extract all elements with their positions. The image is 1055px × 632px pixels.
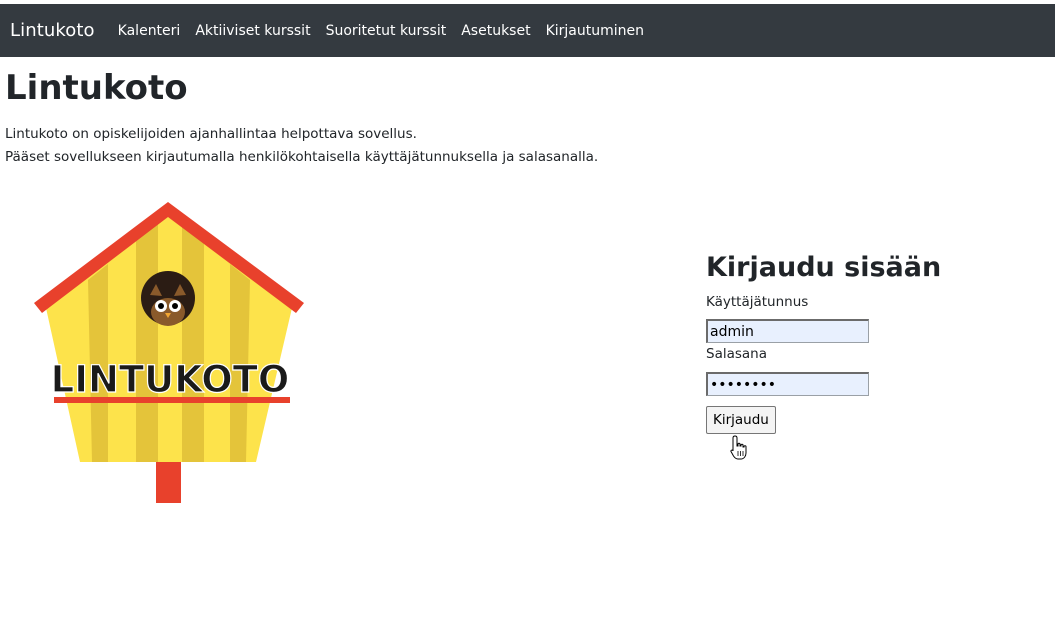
login-button[interactable]: Kirjaudu xyxy=(706,406,776,434)
intro-line-1: Lintukoto on opiskelijoiden ajanhallinta… xyxy=(5,126,417,142)
brand-link[interactable]: Lintukoto xyxy=(10,20,95,41)
nav-link-asetukset[interactable]: Asetukset xyxy=(461,23,530,39)
nav-link-kalenteri[interactable]: Kalenteri xyxy=(118,23,181,39)
navbar: Lintukoto Kalenteri Aktiiviset kurssit S… xyxy=(0,4,1055,57)
logo-text: LINTUKOTO xyxy=(51,358,290,401)
hand-pointer-icon xyxy=(730,435,747,460)
username-input[interactable] xyxy=(706,319,869,343)
logo-house-body xyxy=(46,212,292,462)
page-title: Lintukoto xyxy=(5,68,188,108)
nav-link-suoritetut-kurssit[interactable]: Suoritetut kurssit xyxy=(326,23,447,39)
password-label: Salasana xyxy=(706,346,768,362)
login-form: Kirjaudu sisään Käyttäjätunnus Salasana … xyxy=(706,250,1006,434)
intro-text: Lintukoto on opiskelijoiden ajanhallinta… xyxy=(5,123,598,169)
logo-underline xyxy=(54,397,290,403)
nav-link-aktiiviset-kurssit[interactable]: Aktiiviset kurssit xyxy=(195,23,310,39)
login-heading: Kirjaudu sisään xyxy=(706,252,942,283)
logo-post xyxy=(156,455,181,503)
birdhouse-owl-logo: LINTUKOTO xyxy=(34,202,304,503)
intro-line-2: Pääset sovellukseen kirjautumalla henkil… xyxy=(5,149,599,165)
password-input[interactable] xyxy=(706,372,869,396)
username-label: Käyttäjätunnus xyxy=(706,294,809,310)
nav-link-kirjautuminen[interactable]: Kirjautuminen xyxy=(546,23,644,39)
